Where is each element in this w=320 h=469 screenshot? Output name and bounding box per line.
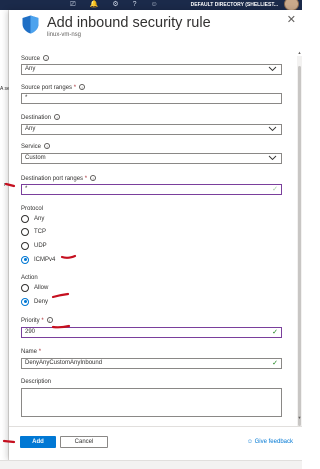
panel-footer: Add Cancel ☺ Give feedback: [9, 426, 302, 460]
radio-label: Allow: [34, 284, 49, 291]
valid-check-icon: ✓: [272, 329, 278, 336]
priority-value: 290: [25, 329, 36, 335]
priority-label: Priority * i: [21, 317, 53, 325]
protocol-label: Protocol: [21, 206, 44, 212]
source-value: Any: [25, 66, 36, 72]
valid-check-icon: ✓: [272, 186, 278, 193]
source-port-ranges-value: *: [25, 95, 28, 101]
directory-name[interactable]: DEFAULT DIRECTORY (SHELLIEST...: [191, 1, 278, 9]
radio-button[interactable]: [21, 283, 29, 292]
action-option-allow[interactable]: Allow: [21, 283, 48, 292]
radio-label: UDP: [34, 242, 47, 249]
portal-top-bar: ⎚🔔⚙?☺ DEFAULT DIRECTORY (SHELLIEST...: [0, 0, 302, 11]
service-dropdown[interactable]: Custom: [21, 153, 282, 164]
protocol-option-udp[interactable]: UDP: [21, 241, 47, 250]
background-text-fragment: r: [4, 182, 6, 188]
taskbar-edge: [0, 460, 302, 469]
scrollbar-thumb[interactable]: [298, 66, 301, 426]
description-textarea[interactable]: [21, 388, 282, 417]
name-input[interactable]: DenyAnyCustomAnyInbound ✓: [21, 358, 282, 369]
destination-port-ranges-label: Destination port ranges * i: [21, 175, 97, 183]
scroll-down-icon[interactable]: ▼: [297, 415, 302, 420]
radio-button[interactable]: [21, 227, 29, 236]
description-label: Description: [21, 379, 52, 385]
close-icon[interactable]: ✕: [287, 14, 296, 26]
panel-subtitle: linux-vm-nsg: [47, 32, 82, 38]
protocol-option-any[interactable]: Any: [21, 214, 44, 223]
source-dropdown[interactable]: Any: [21, 64, 282, 75]
scroll-up-icon[interactable]: ▲: [297, 50, 302, 55]
info-icon[interactable]: i: [43, 55, 50, 61]
destination-label: Destination i: [21, 114, 61, 122]
chevron-down-icon: [268, 66, 277, 72]
info-icon[interactable]: i: [44, 143, 51, 149]
feedback-icon: ☺: [246, 439, 253, 445]
panel-scrollbar[interactable]: [297, 56, 302, 436]
name-value: DenyAnyCustomAnyInbound: [25, 360, 103, 366]
chevron-down-icon: [268, 126, 277, 132]
service-value: Custom: [25, 155, 46, 161]
add-button[interactable]: Add: [20, 436, 56, 448]
screen: ⎚🔔⚙?☺ DEFAULT DIRECTORY (SHELLIEST... A …: [0, 0, 302, 469]
source-port-ranges-label: Source port ranges * i: [21, 84, 86, 92]
info-icon[interactable]: i: [54, 114, 61, 120]
destination-port-ranges-input[interactable]: * ✓: [21, 184, 282, 195]
radio-button-selected[interactable]: [21, 297, 29, 306]
protocol-option-tcp[interactable]: TCP: [21, 227, 46, 236]
radio-label: Any: [34, 215, 45, 222]
radio-button-selected[interactable]: [21, 255, 29, 264]
action-option-deny[interactable]: Deny: [21, 297, 48, 306]
source-label: Source i: [21, 55, 50, 63]
info-icon[interactable]: i: [46, 317, 53, 323]
destination-value: Any: [25, 126, 36, 132]
service-label: Service i: [21, 143, 51, 151]
protocol-option-icmpv4[interactable]: ICMPv4: [21, 255, 55, 264]
radio-label: ICMPv4: [34, 256, 56, 263]
panel-title: Add inbound security rule: [47, 15, 211, 31]
priority-input[interactable]: 290 ✓: [21, 327, 282, 338]
source-port-ranges-input[interactable]: *: [21, 93, 282, 104]
add-inbound-rule-panel: Add inbound security rule linux-vm-nsg ✕…: [9, 10, 302, 460]
give-feedback-link[interactable]: ☺ Give feedback: [247, 438, 293, 446]
info-icon[interactable]: i: [90, 175, 97, 181]
background-blade: A se r: [0, 10, 10, 460]
radio-label: Deny: [34, 298, 49, 305]
destination-dropdown[interactable]: Any: [21, 124, 282, 135]
destination-port-ranges-value: *: [25, 186, 28, 192]
info-icon[interactable]: i: [79, 84, 86, 90]
radio-button[interactable]: [21, 214, 29, 223]
name-label: Name *: [21, 349, 42, 355]
chevron-down-icon: [268, 155, 277, 161]
radio-button[interactable]: [21, 241, 29, 250]
top-bar-icons[interactable]: ⎚🔔⚙?☺: [70, 0, 172, 9]
cancel-button[interactable]: Cancel: [60, 436, 108, 448]
action-label: Action: [21, 275, 38, 281]
radio-label: TCP: [34, 228, 46, 235]
valid-check-icon: ✓: [272, 360, 278, 367]
shield-icon: [22, 15, 39, 34]
give-feedback-label: Give feedback: [254, 439, 293, 445]
